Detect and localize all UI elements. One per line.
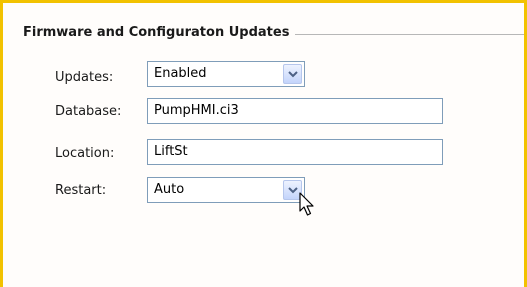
- chevron-down-icon: [288, 71, 298, 78]
- database-field[interactable]: PumpHMI.ci3: [147, 98, 443, 124]
- location-label: Location:: [55, 146, 115, 161]
- restart-value: Auto: [154, 182, 185, 197]
- database-value: PumpHMI.ci3: [154, 103, 239, 118]
- updates-dropdown[interactable]: Enabled: [147, 61, 305, 87]
- updates-dropdown-button[interactable]: [283, 64, 302, 84]
- restart-dropdown[interactable]: Auto: [147, 177, 305, 203]
- group-title: Firmware and Configuraton Updates: [23, 25, 296, 40]
- updates-label: Updates:: [55, 70, 114, 85]
- mouse-pointer-icon: [299, 192, 314, 216]
- settings-panel: Firmware and Configuraton Updates Update…: [0, 0, 527, 287]
- location-value: LiftSt: [154, 144, 188, 159]
- database-label: Database:: [55, 104, 122, 119]
- location-field[interactable]: LiftSt: [147, 139, 443, 165]
- updates-value: Enabled: [154, 66, 207, 81]
- restart-label: Restart:: [55, 183, 107, 198]
- chevron-down-icon: [288, 187, 298, 194]
